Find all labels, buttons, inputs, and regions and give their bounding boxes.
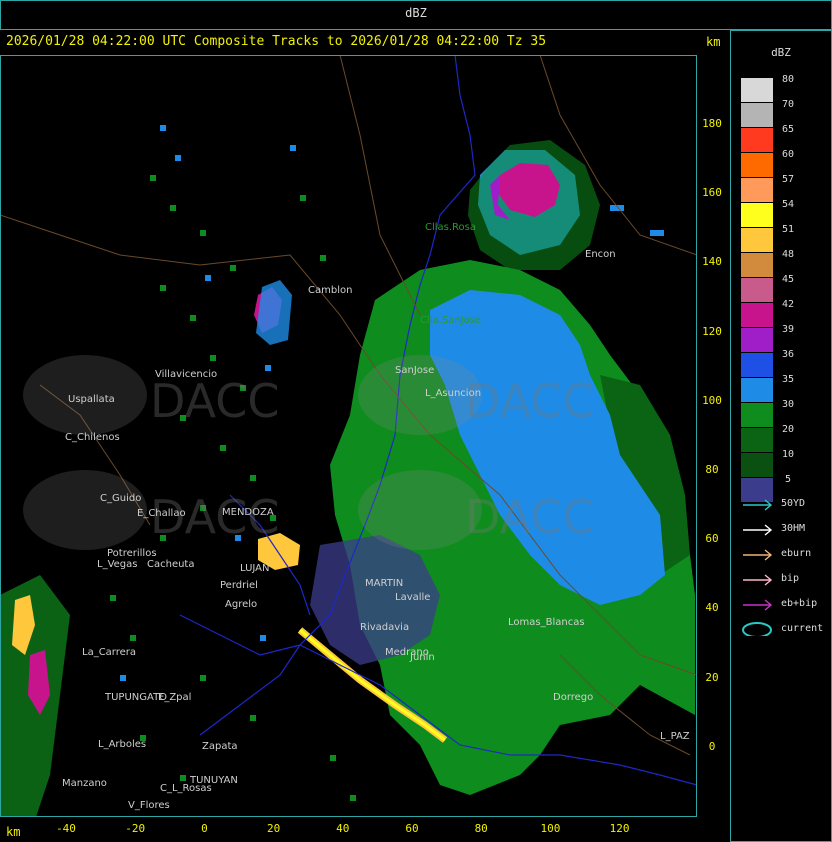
legend-swatch (741, 153, 773, 177)
legend-swatch (741, 128, 773, 152)
x-tick-label: -40 (56, 822, 76, 835)
x-tick-label: 0 (201, 822, 208, 835)
legend-title: dBZ (771, 46, 791, 59)
y-tick-label: 120 (702, 324, 722, 338)
legend-swatch (741, 278, 773, 302)
legend-label: 39 (781, 324, 795, 335)
y-tick-label: 100 (702, 393, 722, 407)
x-tick-label: 60 (405, 822, 419, 835)
y-tick-label: 0 (708, 739, 716, 753)
legend-swatch (741, 403, 773, 427)
x-tick-label: 20 (266, 822, 281, 835)
legend-swatch (741, 378, 773, 402)
legend-label: 42 (781, 299, 795, 310)
y-tick-label: 80 (705, 463, 719, 476)
legend-swatch (741, 253, 773, 277)
legend-label: 51 (781, 224, 795, 235)
x-tick-label: 80 (474, 822, 488, 835)
track-label: eb+bip (781, 598, 818, 609)
track-label: current (781, 623, 824, 634)
y-tick-label: 140 (702, 255, 722, 269)
legend-label: 45 (781, 274, 795, 285)
track-arrow-icon (743, 599, 773, 611)
x-tick-label: 100 (540, 822, 561, 835)
legend-label: 48 (781, 249, 795, 260)
y-tick-label: 180 (702, 117, 722, 130)
legend-swatch (741, 178, 773, 202)
y-tick-label: 60 (705, 532, 719, 546)
map-frame (0, 55, 697, 817)
y-tick-label: 160 (702, 186, 722, 200)
legend-swatch (741, 203, 773, 227)
track-label: bip (781, 573, 800, 584)
legend-label: 54 (781, 199, 795, 210)
track-label: 50YD (781, 498, 806, 509)
y-tick-label: 20 (705, 670, 719, 684)
track-label: eburn (781, 548, 812, 559)
x-tick-label: -20 (125, 822, 146, 835)
legend-label: 60 (781, 149, 795, 160)
legend-label: 65 (781, 124, 795, 135)
km-unit-label: km (706, 35, 721, 49)
track-arrow-icon (743, 524, 773, 536)
legend-label: 80 (781, 74, 795, 85)
legend-swatch (741, 103, 773, 127)
time-header: 2026/01/28 04:22:00 UTC Composite Tracks… (6, 34, 547, 49)
legend-swatch (741, 78, 773, 102)
current-ellipse-icon (742, 622, 772, 636)
legend-label: 36 (781, 349, 795, 360)
legend-label: 10 (781, 449, 795, 460)
legend-swatch (741, 228, 773, 252)
legend-swatch (741, 353, 773, 377)
legend-swatch (741, 453, 773, 477)
y-tick-label: 40 (705, 601, 719, 615)
legend-label: 57 (781, 174, 795, 185)
legend-swatch (741, 328, 773, 352)
x-tick-label: 120 (609, 822, 630, 835)
product-title: dBZ (405, 6, 427, 20)
track-arrow-icon (743, 549, 773, 561)
legend-swatch (741, 303, 773, 327)
legend-swatch (741, 428, 773, 452)
track-label: 30HM (781, 523, 806, 534)
legend-label: 20 (781, 424, 795, 435)
km-unit-label-bottom: km (6, 825, 21, 839)
x-tick-label: 40 (336, 822, 350, 835)
track-arrow-icon (743, 499, 773, 511)
legend-label: 70 (781, 99, 795, 110)
track-arrow-icon (743, 574, 773, 586)
legend-label: 30 (781, 399, 795, 410)
legend-label: 5 (784, 474, 792, 485)
legend-label: 35 (781, 374, 795, 385)
